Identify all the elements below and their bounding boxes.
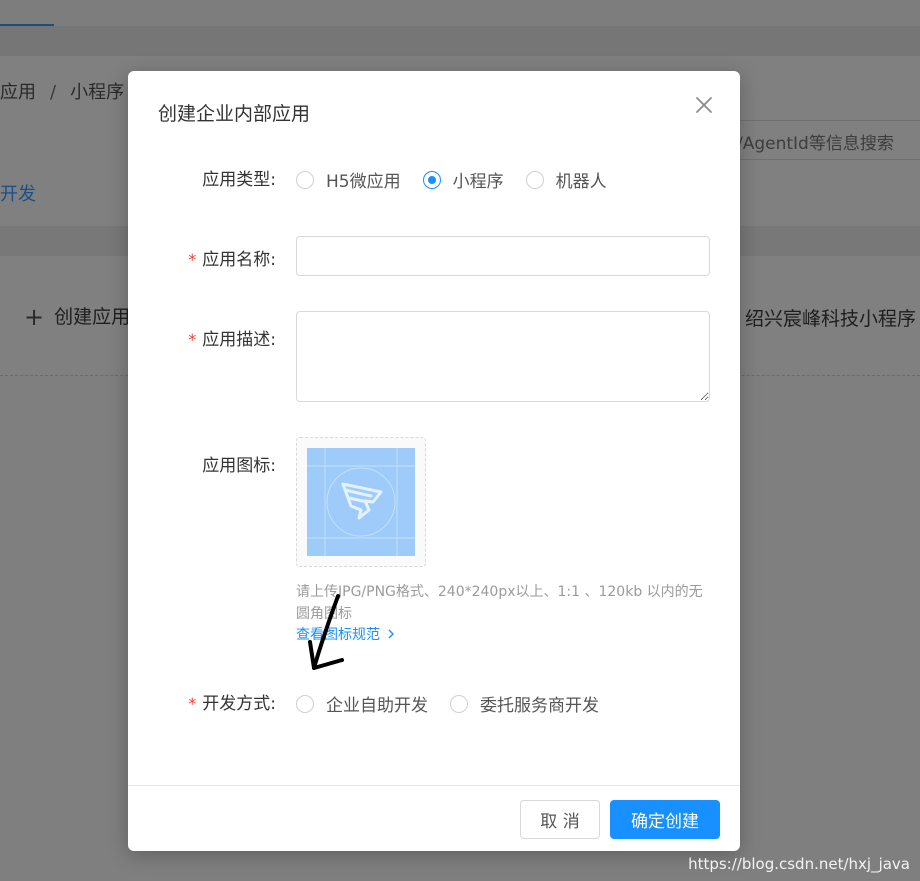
icon-spec-link-text: 查看图标规范 (296, 627, 380, 643)
icon-upload-hint: 请上传JPG/PNG格式、240*240px以上、1:1 、120kb 以内的无… (296, 584, 703, 622)
plus-icon: + (24, 303, 45, 331)
app-type-label: 应用类型: (202, 170, 276, 190)
dev-mode-radio-group: 企业自助开发 委托服务商开发 (296, 691, 621, 716)
app-desc-label: * 应用描述: (188, 325, 276, 350)
radio-circle[interactable] (296, 170, 314, 189)
dialog-footer: 取 消 确定创建 (128, 785, 740, 851)
radio-vendor-dev[interactable]: 委托服务商开发 (450, 691, 599, 716)
radio-self-dev[interactable]: 企业自助开发 (296, 691, 428, 716)
breadcrumb: 应用 / 小程序 (0, 78, 124, 104)
app-desc-textarea[interactable] (296, 311, 710, 402)
close-icon[interactable] (692, 93, 716, 117)
app-type-radio-group: H5微应用 小程序 机器人 (296, 167, 629, 192)
radio-label: 小程序 (452, 172, 504, 192)
placeholder-logo-icon (307, 448, 415, 556)
radio-miniprogram[interactable]: 小程序 (422, 167, 504, 192)
watermark-text: https://blog.csdn.net/hxj_java (688, 855, 910, 873)
create-app-button[interactable]: + 创建应用 (24, 302, 130, 331)
required-mark: * (188, 694, 197, 713)
create-app-dialog: 创建企业内部应用 应用类型: H5微应用 小程序 机器人 * 应用名称: * 应用描… (128, 71, 740, 851)
app-icon-label: 应用图标: (202, 456, 276, 476)
dev-link[interactable]: 开发 (0, 180, 36, 206)
radio-circle[interactable] (525, 170, 544, 189)
search-input[interactable]: /AgentId等信息搜索 (728, 120, 920, 160)
radio-h5-app[interactable]: H5微应用 (296, 167, 401, 192)
radio-circle-checked[interactable] (422, 170, 441, 189)
radio-robot[interactable]: 机器人 (525, 167, 607, 192)
search-placeholder: /AgentId等信息搜索 (737, 134, 894, 154)
chevron-right-icon (388, 629, 395, 639)
app-card-title[interactable]: 绍兴宸峰科技小程序 (745, 304, 916, 331)
icon-upload-box[interactable] (296, 437, 426, 567)
required-mark: * (188, 250, 197, 269)
radio-circle[interactable] (296, 694, 314, 713)
cancel-button[interactable]: 取 消 (520, 800, 600, 839)
confirm-create-button[interactable]: 确定创建 (610, 800, 720, 839)
breadcrumb-separator: / (50, 82, 57, 103)
app-name-label-text: 应用名称: (202, 250, 276, 270)
app-name-input[interactable] (296, 236, 710, 276)
breadcrumb-item-miniprogram: 小程序 (70, 82, 125, 103)
radio-label: 企业自助开发 (326, 696, 428, 716)
breadcrumb-item-app[interactable]: 应用 (0, 82, 36, 103)
page-header (0, 26, 920, 56)
radio-label: 机器人 (555, 172, 607, 192)
app-desc-label-text: 应用描述: (202, 330, 276, 350)
radio-label: 委托服务商开发 (480, 696, 599, 716)
required-mark: * (188, 330, 197, 349)
dev-mode-label: * 开发方式: (188, 689, 276, 714)
radio-circle[interactable] (450, 694, 468, 713)
radio-label: H5微应用 (326, 172, 401, 192)
create-app-label: 创建应用 (54, 306, 131, 328)
icon-spec-link[interactable]: 查看图标规范 (296, 624, 396, 644)
dialog-title: 创建企业内部应用 (158, 103, 311, 125)
top-nav-bar (0, 0, 920, 26)
dev-mode-label-text: 开发方式: (202, 694, 276, 714)
app-name-label: * 应用名称: (188, 245, 276, 270)
